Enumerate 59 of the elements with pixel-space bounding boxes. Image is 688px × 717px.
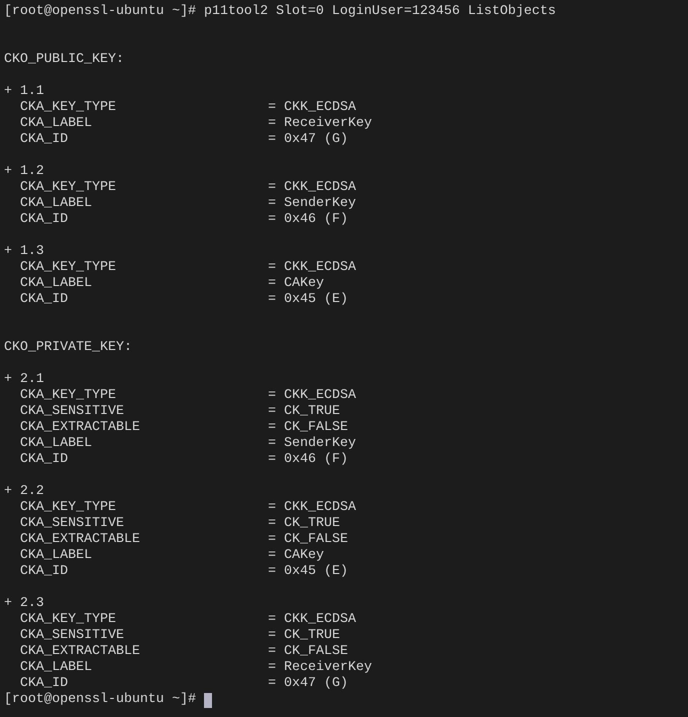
attribute-name: CKA_KEY_TYPE [20,612,117,628]
attribute-value: = 0x45 (E) [268,292,348,308]
attribute-value: = CKK_ECDSA [268,180,356,196]
attribute-name: CKA_ID [20,212,69,228]
attribute-name: CKA_SENSITIVE [20,404,125,420]
attribute-value: = SenderKey [268,436,356,452]
section-header: CKO_PUBLIC_KEY: [4,52,124,68]
attribute-name: CKA_LABEL [20,196,93,212]
attribute-value: = CAKey [268,548,324,564]
section-header: CKO_PRIVATE_KEY: [4,340,132,356]
attribute-value: = ReceiverKey [268,660,372,676]
attribute-name: CKA_SENSITIVE [20,516,125,532]
attribute-name: CKA_LABEL [20,548,93,564]
attribute-name: CKA_ID [20,292,69,308]
object-label: + 1.2 [4,164,44,180]
attribute-name: CKA_ID [20,564,69,580]
attribute-name: CKA_SENSITIVE [20,628,125,644]
attribute-value: = CK_FALSE [268,644,348,660]
attribute-value: = CK_TRUE [268,628,340,644]
attribute-value: = 0x45 (E) [268,564,348,580]
attribute-value: = 0x46 (F) [268,212,348,228]
attribute-value: = CK_FALSE [268,532,348,548]
attribute-name: CKA_EXTRACTABLE [20,420,141,436]
shell-prompt: [root@openssl-ubuntu ~]# [4,692,196,708]
object-label: + 1.3 [4,244,44,260]
attribute-value: = ReceiverKey [268,116,372,132]
attribute-name: CKA_KEY_TYPE [20,388,117,404]
attribute-name: CKA_KEY_TYPE [20,500,117,516]
attribute-name: CKA_LABEL [20,660,93,676]
attribute-value: = 0x47 (G) [268,132,348,148]
attribute-value: = CKK_ECDSA [268,388,356,404]
text-cursor [204,692,212,708]
attribute-name: CKA_KEY_TYPE [20,260,117,276]
attribute-value: = CKK_ECDSA [268,260,356,276]
attribute-value: = 0x47 (G) [268,676,348,692]
attribute-name: CKA_EXTRACTABLE [20,532,141,548]
attribute-name: CKA_ID [20,452,69,468]
attribute-value: = SenderKey [268,196,356,212]
attribute-name: CKA_KEY_TYPE [20,180,117,196]
attribute-value: = CAKey [268,276,324,292]
attribute-value: = CKK_ECDSA [268,500,356,516]
attribute-name: CKA_KEY_TYPE [20,100,117,116]
attribute-name: CKA_ID [20,676,69,692]
attribute-name: CKA_LABEL [20,436,93,452]
attribute-name: CKA_LABEL [20,116,93,132]
attribute-name: CKA_ID [20,132,69,148]
attribute-value: = CK_FALSE [268,420,348,436]
attribute-value: = 0x46 (F) [268,452,348,468]
object-label: + 1.1 [4,84,44,100]
attribute-name: CKA_LABEL [20,276,93,292]
attribute-value: = CK_TRUE [268,404,340,420]
command-line: [root@openssl-ubuntu ~]# p11tool2 Slot=0 LoginUser=123456 ListObjects [4,4,556,20]
attribute-value: = CKK_ECDSA [268,612,356,628]
object-label: + 2.3 [4,596,44,612]
attribute-name: CKA_EXTRACTABLE [20,644,141,660]
object-label: + 2.2 [4,484,44,500]
object-label: + 2.1 [4,372,44,388]
attribute-value: = CKK_ECDSA [268,100,356,116]
attribute-value: = CK_TRUE [268,516,340,532]
